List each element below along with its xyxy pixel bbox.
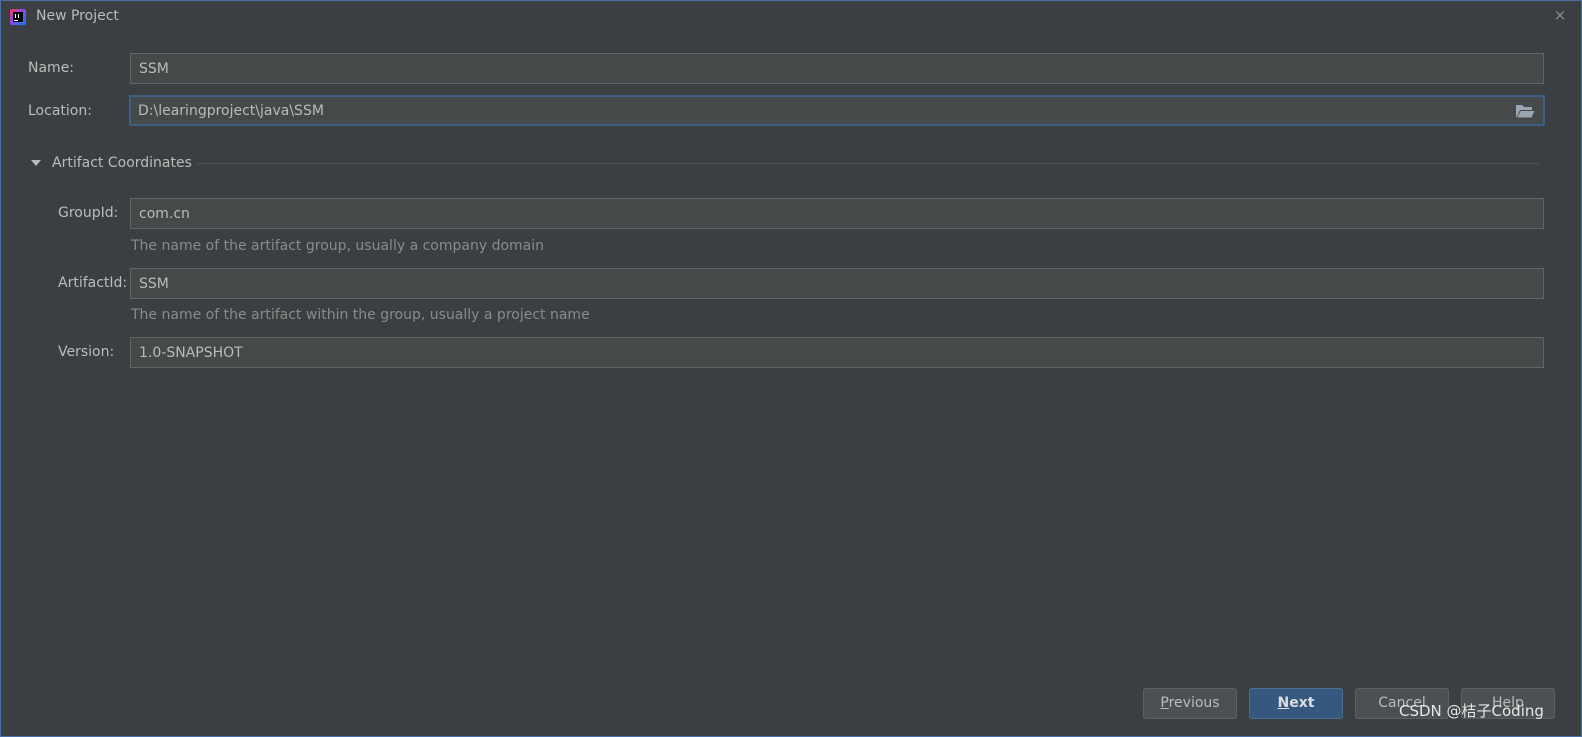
title-bar: New Project ×	[1, 1, 1581, 33]
name-input[interactable]	[130, 53, 1544, 84]
groupid-hint: The name of the artifact group, usually …	[131, 238, 544, 254]
next-label: ext	[1289, 695, 1315, 711]
next-mnemonic: N	[1277, 695, 1290, 711]
artifactid-input[interactable]	[130, 268, 1544, 299]
previous-label: revious	[1168, 695, 1220, 711]
close-icon[interactable]: ×	[1551, 6, 1569, 24]
folder-open-icon[interactable]	[1515, 103, 1535, 119]
version-label: Version:	[58, 344, 115, 360]
version-input[interactable]	[130, 337, 1544, 368]
location-label: Location:	[28, 103, 92, 119]
expand-triangle-icon	[31, 160, 41, 166]
groupid-label: GroupId:	[58, 205, 119, 221]
groupid-input[interactable]	[130, 198, 1544, 229]
intellij-idea-icon	[10, 9, 26, 25]
previous-mnemonic: P	[1160, 695, 1169, 711]
watermark: CSDN @桔子Coding	[1399, 702, 1544, 720]
artifactid-label: ArtifactId:	[58, 275, 128, 291]
new-project-dialog: New Project × Name: Location: Artifact C…	[0, 0, 1582, 737]
window-title: New Project	[36, 8, 119, 24]
next-button[interactable]: Next	[1249, 688, 1343, 719]
location-input[interactable]	[129, 95, 1545, 126]
artifact-coordinates-toggle[interactable]: Artifact Coordinates	[31, 153, 192, 173]
section-title: Artifact Coordinates	[52, 155, 192, 171]
previous-button[interactable]: Previous	[1143, 688, 1237, 719]
artifactid-hint: The name of the artifact within the grou…	[131, 307, 590, 323]
name-label: Name:	[28, 60, 75, 76]
section-divider	[197, 163, 1539, 164]
